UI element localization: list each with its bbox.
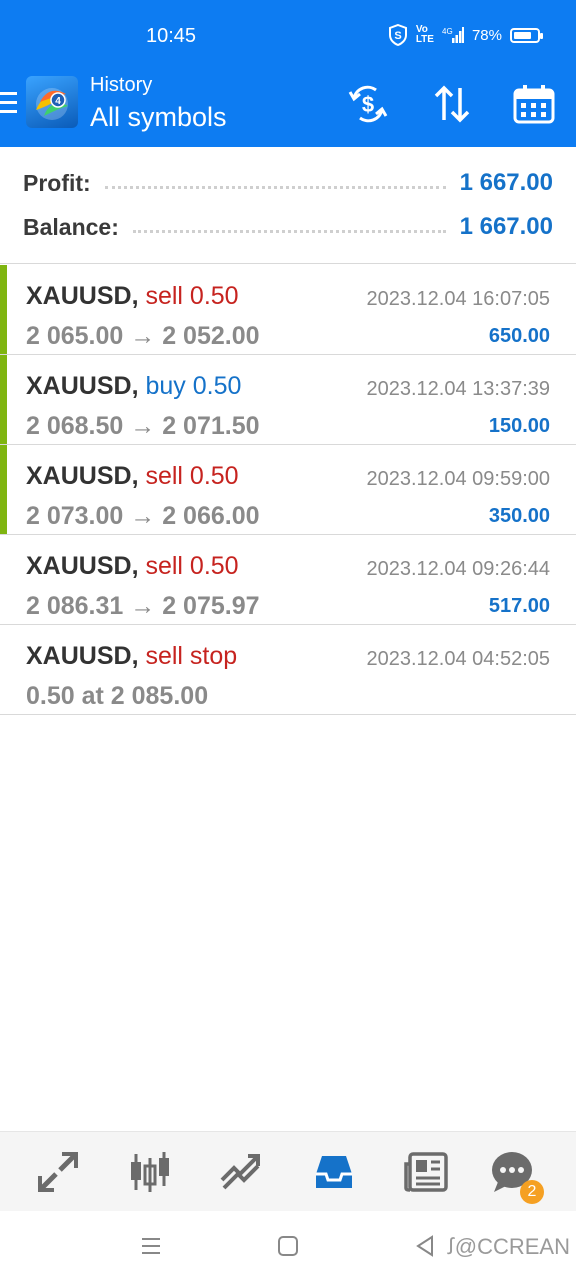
svg-text:S: S	[394, 30, 401, 42]
chat-badge: 2	[520, 1180, 544, 1204]
deal-title: XAUUSD, buy 0.50	[26, 372, 241, 401]
deal-time: 2023.12.04 09:59:00	[366, 468, 550, 490]
deal-title: XAUUSD, sell 0.50	[26, 282, 239, 311]
watermark: ꭍ@CCREAN	[447, 1231, 570, 1261]
app-bar: 4 History All symbols $	[0, 72, 576, 147]
deal-marker	[0, 355, 7, 444]
deal-symbol: XAUUSD,	[26, 372, 139, 400]
balance-label: Balance:	[23, 213, 119, 240]
deal-title: XAUUSD, sell 0.50	[26, 552, 239, 581]
top-bar: 10:45 S Vo LTE 4G 78% 4 History All symb…	[0, 0, 576, 147]
profit-row: Profit: 1 667.00	[23, 165, 553, 201]
deal-row[interactable]: XAUUSD, sell 0.50 2 073.00 → 2 066.00 20…	[0, 445, 576, 535]
watermark-logo-icon: ꭍ	[446, 1234, 455, 1259]
deal-marker	[0, 265, 7, 354]
deal-symbol: XAUUSD,	[26, 552, 139, 580]
deal-row[interactable]: XAUUSD, sell 0.50 2 086.31 → 2 075.97 20…	[0, 535, 576, 625]
trade-icon[interactable]	[218, 1148, 266, 1196]
sort-icon[interactable]	[430, 82, 474, 126]
svg-text:4: 4	[55, 96, 61, 107]
deal-title: XAUUSD, sell 0.50	[26, 462, 239, 491]
deal-time: 2023.12.04 16:07:05	[366, 288, 550, 310]
deal-type: sell 0.50	[145, 282, 239, 310]
back-icon[interactable]	[410, 1231, 440, 1261]
history-icon[interactable]	[310, 1148, 358, 1196]
order-row[interactable]: XAUUSD, sell stop 0.50 at 2 085.00 2023.…	[0, 625, 576, 715]
deal-marker	[0, 445, 7, 534]
deal-profit: 350.00	[488, 505, 550, 527]
deal-type: sell 0.50	[145, 462, 239, 490]
system-navigation: ꭍ@CCREAN	[0, 1211, 576, 1280]
deal-type: buy 0.50	[145, 372, 242, 400]
shield-icon: S	[388, 24, 407, 46]
deal-prices: 2 065.00 → 2 052.00	[26, 322, 260, 350]
deal-profit: 150.00	[488, 415, 550, 437]
bottom-navigation: 2	[0, 1131, 576, 1211]
currency-exchange-icon[interactable]: $	[346, 82, 390, 126]
page-title: History	[90, 74, 153, 96]
deal-row[interactable]: XAUUSD, sell 0.50 2 065.00 → 2 052.00 20…	[0, 265, 576, 355]
svg-text:$: $	[362, 92, 374, 117]
balance-row: Balance: 1 667.00	[23, 209, 553, 245]
account-summary: Profit: 1 667.00 Balance: 1 667.00	[0, 147, 576, 264]
menu-button[interactable]	[0, 92, 18, 116]
deal-symbol: XAUUSD,	[26, 642, 139, 670]
battery-icon	[510, 27, 543, 43]
deal-type: sell 0.50	[145, 552, 239, 580]
chat-button[interactable]: 2	[488, 1148, 544, 1204]
volte-icon: Vo LTE	[415, 24, 434, 45]
recents-icon[interactable]	[136, 1231, 166, 1261]
deal-symbol: XAUUSD,	[26, 462, 139, 490]
deal-profit: 517.00	[488, 595, 550, 617]
home-icon[interactable]	[273, 1231, 303, 1261]
calendar-icon[interactable]	[512, 82, 556, 126]
quotes-icon[interactable]	[34, 1148, 82, 1196]
chart-icon[interactable]	[126, 1148, 174, 1196]
deal-symbol: XAUUSD,	[26, 282, 139, 310]
deal-time: 2023.12.04 13:37:39	[366, 378, 550, 400]
deal-row[interactable]: XAUUSD, buy 0.50 2 068.50 → 2 071.50 202…	[0, 355, 576, 445]
deal-time: 2023.12.04 04:52:05	[366, 648, 550, 670]
metatrader-logo-icon: 4	[36, 88, 68, 120]
deal-type: sell stop	[145, 642, 238, 670]
status-bar: 10:45 S Vo LTE 4G 78%	[0, 0, 576, 72]
network-label: 4G	[442, 27, 453, 36]
profit-value: 1 667.00	[459, 169, 553, 196]
deal-time: 2023.12.04 09:26:44	[366, 558, 550, 580]
leader-dots	[104, 185, 446, 189]
leader-dots	[132, 229, 446, 233]
status-time: 10:45	[146, 25, 197, 47]
deal-profit: 650.00	[488, 325, 550, 347]
deal-title: XAUUSD, sell stop	[26, 642, 237, 671]
balance-value: 1 667.00	[459, 213, 553, 240]
signal-icon: 4G	[442, 27, 464, 43]
app-logo[interactable]: 4	[26, 76, 78, 128]
battery-percent: 78%	[471, 26, 502, 44]
symbol-filter-selector[interactable]: All symbols	[90, 102, 227, 133]
order-details: 0.50 at 2 085.00	[26, 682, 209, 710]
status-icons: S Vo LTE 4G 78%	[388, 24, 543, 46]
deal-prices: 2 073.00 → 2 066.00	[26, 502, 260, 530]
profit-label: Profit:	[23, 169, 91, 196]
deal-prices: 2 086.31 → 2 075.97	[26, 592, 260, 620]
news-icon[interactable]	[402, 1148, 450, 1196]
watermark-text: @CCREAN	[454, 1234, 570, 1259]
deal-prices: 2 068.50 → 2 071.50	[26, 412, 260, 440]
